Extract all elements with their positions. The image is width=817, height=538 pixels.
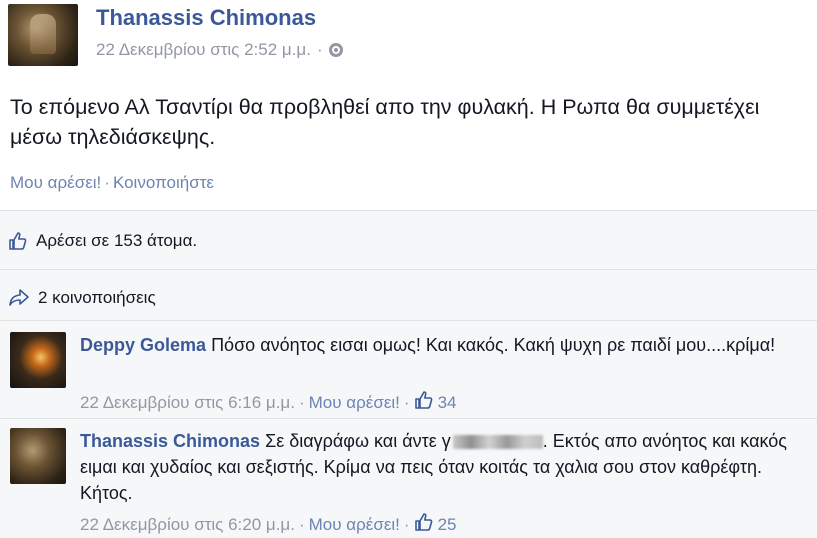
meta-separator: · [298, 514, 305, 534]
comment-item: Thanassis Chimonas Σε διαγράφω και άντε … [0, 418, 817, 538]
post-text: Το επόμενο Αλ Τσαντίρι θα προβληθεί απο … [10, 95, 760, 149]
comment-timestamp[interactable]: 22 Δεκεμβρίου στις 6:16 μ.μ. [80, 393, 295, 413]
likes-text[interactable]: Αρέσει σε 153 άτομα. [36, 231, 197, 251]
commenter-name[interactable]: Thanassis Chimonas [80, 431, 260, 451]
post-timestamp[interactable]: 22 Δεκεμβρίου στις 2:52 μ.μ. [96, 40, 311, 60]
commenter-name[interactable]: Deppy Golema [80, 335, 206, 355]
globe-icon[interactable] [328, 43, 343, 57]
post-author-name[interactable]: Thanassis Chimonas [96, 5, 316, 31]
comment-text: Πόσο ανόητος εισαι ομως! Και κακός. Κακή… [211, 335, 776, 355]
post-meta: 22 Δεκεμβρίου στις 2:52 μ.μ. · [96, 40, 343, 60]
meta-separator: · [298, 392, 305, 412]
action-separator: · [104, 173, 110, 192]
shares-text[interactable]: 2 κοινοποιήσεις [38, 288, 156, 308]
meta-separator: · [403, 514, 410, 534]
divider [0, 269, 817, 270]
shares-summary[interactable]: 2 κοινοποιήσεις [8, 288, 156, 308]
meta-separator: · [403, 392, 410, 412]
comment-meta: 22 Δεκεμβρίου στις 6:20 μ.μ. · Μου αρέσε… [80, 512, 457, 537]
comment-item: Deppy Golema Πόσο ανόητος εισαι ομως! Κα… [0, 320, 817, 420]
comment-like-count[interactable]: 25 [414, 512, 457, 537]
commenter-avatar[interactable] [10, 428, 66, 484]
comment-timestamp[interactable]: 22 Δεκεμβρίου στις 6:20 μ.μ. [80, 515, 295, 535]
comment-like-link[interactable]: Μου αρέσει! [309, 393, 400, 413]
like-count-value: 34 [437, 392, 457, 412]
comment-body: Thanassis Chimonas Σε διαγράφω και άντε … [80, 428, 810, 506]
like-count-value: 25 [437, 514, 457, 534]
meta-separator: · [316, 40, 323, 59]
like-link[interactable]: Μου αρέσει! [10, 173, 101, 192]
comment-like-count[interactable]: 34 [414, 390, 457, 415]
thumbs-up-icon [414, 512, 434, 537]
comment-like-link[interactable]: Μου αρέσει! [309, 515, 400, 535]
commenter-avatar[interactable] [10, 332, 66, 388]
thumbs-up-icon [414, 390, 434, 415]
author-avatar[interactable] [8, 4, 78, 66]
comment-body: Deppy Golema Πόσο ανόητος εισαι ομως! Κα… [80, 332, 810, 358]
likes-summary[interactable]: Αρέσει σε 153 άτομα. [8, 231, 197, 251]
thumbs-up-icon [8, 231, 28, 251]
comment-text-before: Σε διαγράφω και άντε γ [265, 431, 451, 451]
post-actions: Μου αρέσει! · Κοινοποιήστε [10, 173, 214, 193]
share-arrow-icon [8, 288, 30, 308]
share-link[interactable]: Κοινοποιήστε [113, 173, 214, 192]
comment-meta: 22 Δεκεμβρίου στις 6:16 μ.μ. · Μου αρέσε… [80, 390, 457, 415]
post-header: Thanassis Chimonas 22 Δεκεμβρίου στις 2:… [0, 0, 817, 70]
censored-word [452, 435, 543, 450]
